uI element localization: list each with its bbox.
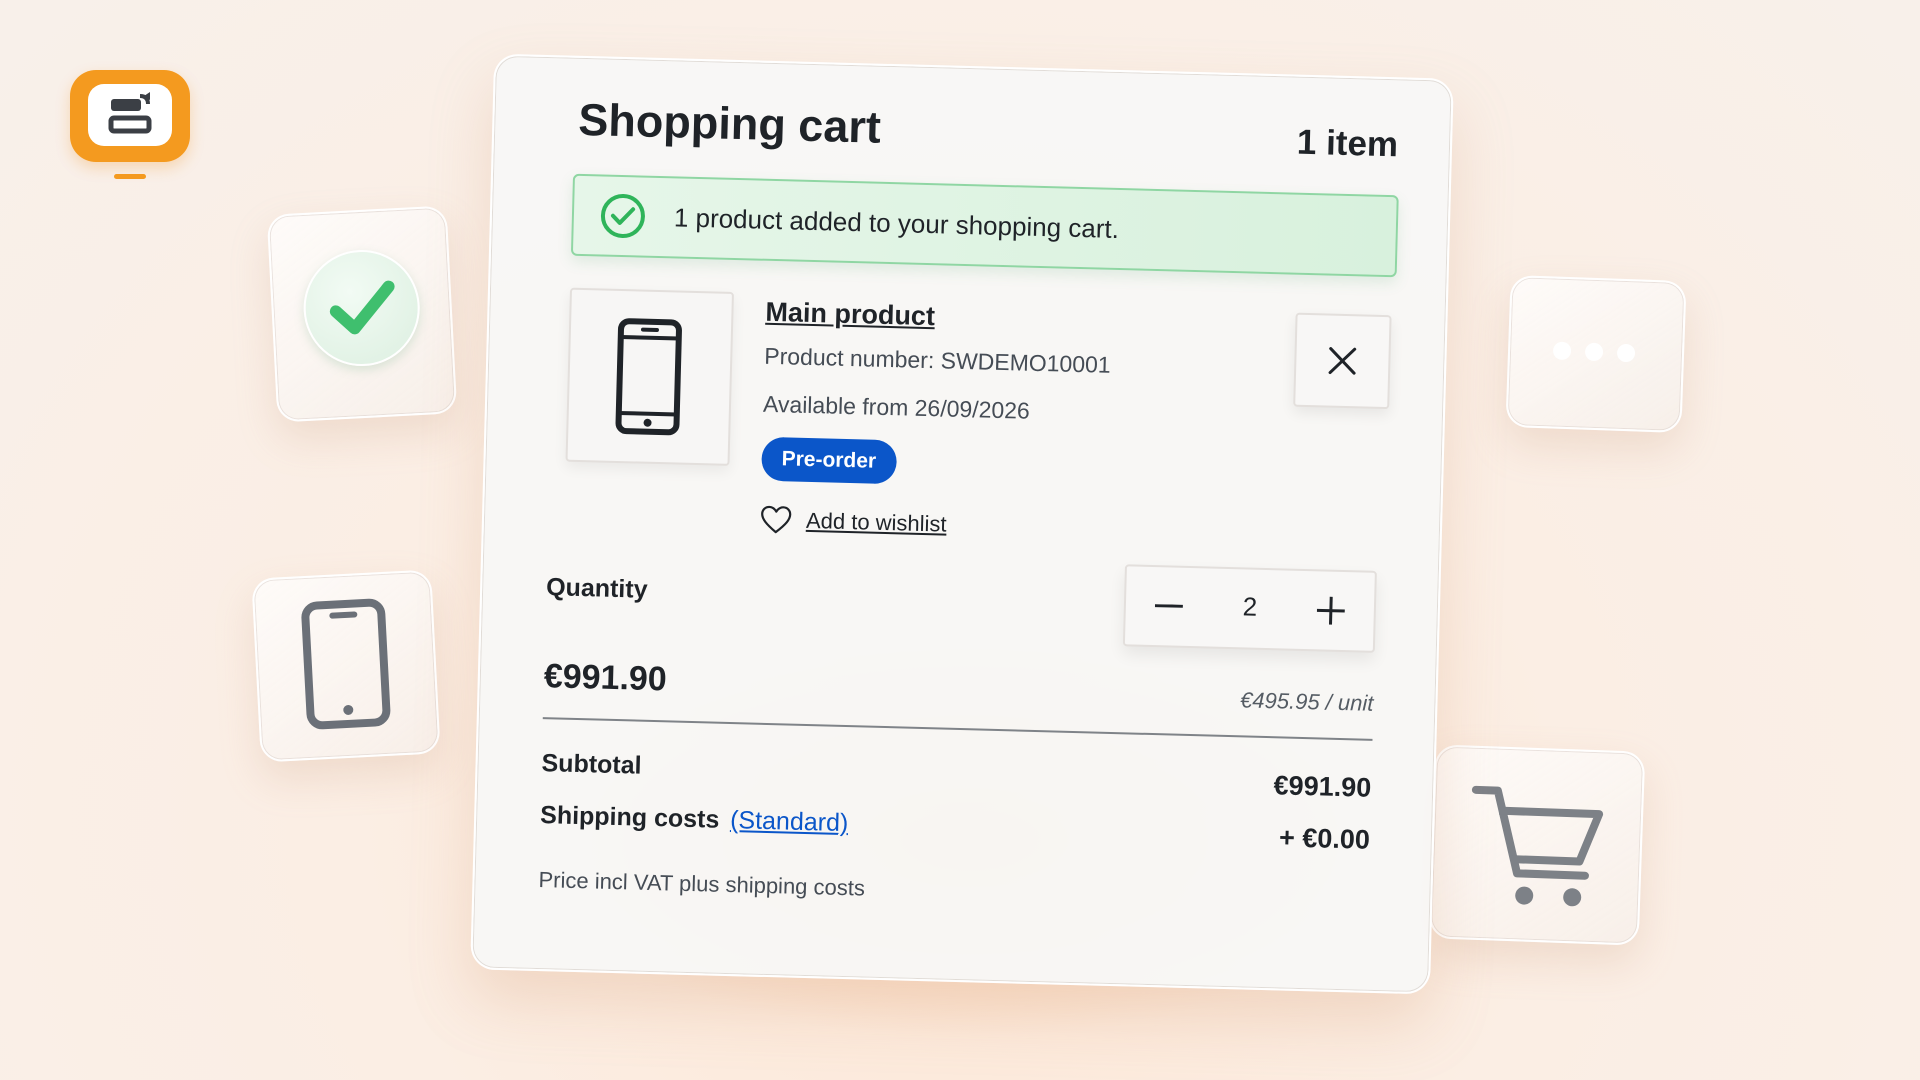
subtotal-value: €991.90 [1273, 770, 1372, 803]
shopping-cart-card: Shopping cart 1 item 1 product added to … [470, 53, 1454, 995]
quantity-value[interactable]: 2 [1206, 590, 1295, 623]
checkmark-icon [329, 280, 395, 335]
close-icon [1328, 347, 1357, 375]
heart-icon [761, 505, 792, 534]
check-circle-icon [600, 194, 645, 239]
subtotal-label: Subtotal [541, 749, 642, 780]
decrease-quantity-button[interactable] [1133, 567, 1205, 647]
product-title-link[interactable]: Main product [765, 297, 935, 332]
vat-note: Price incl VAT plus shipping costs [538, 867, 866, 901]
chat-bubble-icon [1553, 341, 1636, 363]
line-total-price: €991.90 [543, 657, 668, 699]
unit-price: €495.95 / unit [1239, 687, 1374, 716]
smartphone-tile [251, 569, 441, 763]
remove-item-button[interactable] [1293, 312, 1392, 410]
smartphone-icon [301, 598, 391, 730]
add-to-wishlist-button[interactable]: Add to wishlist [760, 503, 947, 542]
cart-item-count: 1 item [1296, 122, 1399, 165]
product-image[interactable] [565, 287, 734, 466]
app-logo [70, 70, 190, 162]
alert-message: 1 product added to your shopping cart. [673, 202, 1120, 245]
shipping-costs-value: + €0.00 [1278, 822, 1371, 855]
plus-icon [1316, 596, 1345, 625]
preorder-badge: Pre-order [761, 436, 897, 485]
quantity-label: Quantity [545, 573, 648, 604]
logo-mark-icon [108, 92, 152, 134]
increase-quantity-button[interactable] [1295, 571, 1367, 651]
smartphone-icon [615, 318, 682, 436]
checkmark-tile [266, 205, 458, 423]
logo-underline [114, 174, 146, 179]
cart-title: Shopping cart [577, 93, 882, 153]
shipping-method-link[interactable]: (Standard) [730, 806, 849, 838]
product-number: Product number: SWDEMO10001 [763, 342, 1111, 378]
product-availability: Available from 26/09/2026 [762, 390, 1031, 424]
shipping-costs-label: Shipping costs [539, 801, 720, 834]
wishlist-label[interactable]: Add to wishlist [806, 508, 947, 538]
chat-tile [1505, 274, 1687, 434]
success-alert: 1 product added to your shopping cart. [570, 173, 1399, 278]
minus-icon [1154, 604, 1183, 608]
summary-divider [542, 717, 1373, 741]
shopping-cart-tile [1428, 744, 1646, 946]
quantity-stepper: 2 [1122, 564, 1377, 653]
shopping-cart-icon [1471, 785, 1604, 907]
